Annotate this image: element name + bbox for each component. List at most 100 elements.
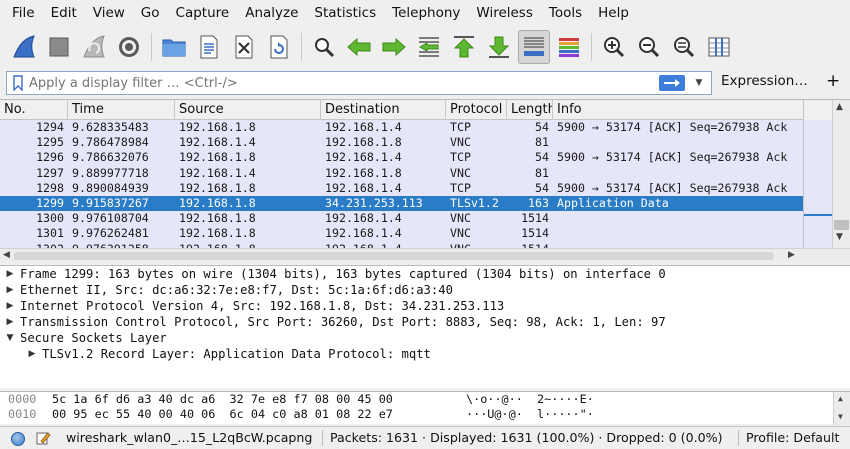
find-magnifier-icon: [315, 38, 335, 58]
menu-help[interactable]: Help: [590, 0, 637, 26]
cell-info: 5900 → 53174 [ACK] Seq=267938 Ack: [557, 180, 788, 195]
go-back-button[interactable]: [343, 30, 375, 64]
column-header-no[interactable]: No.: [0, 100, 68, 120]
cell-no: 1294: [36, 120, 64, 134]
add-filter-button[interactable]: +: [826, 71, 840, 91]
filter-history-dropdown[interactable]: ▼: [691, 74, 707, 92]
collapsed-arrow-icon[interactable]: ▶: [0, 298, 20, 314]
column-header-info[interactable]: Info: [553, 100, 803, 120]
column-header-protocol[interactable]: Protocol: [446, 100, 507, 120]
bytes-scrollbar[interactable]: ▲ ▼: [833, 392, 850, 425]
open-file-button[interactable]: [158, 30, 190, 64]
display-filter-box: ▼: [6, 71, 712, 95]
detail-tree-item[interactable]: ▼ Secure Sockets Layer: [0, 330, 850, 346]
scroll-right-arrow-icon[interactable]: ▶: [788, 250, 795, 260]
cell-time: 9.786632076: [72, 150, 149, 165]
resize-columns-button[interactable]: [703, 30, 735, 64]
first-packet-button[interactable]: [448, 30, 480, 64]
detail-tree-item[interactable]: ▶ Internet Protocol Version 4, Src: 192.1…: [0, 298, 850, 314]
scroll-up-arrow-icon[interactable]: ▲: [838, 394, 843, 403]
hex-ascii[interactable]: ···U@·@· l·····"·: [466, 407, 616, 422]
cell-destination: 192.168.1.8: [325, 165, 402, 180]
menu-view[interactable]: View: [85, 0, 133, 26]
table-row[interactable]: 1294 9.628335483 192.168.1.8 192.168.1.4 TCP…: [0, 120, 803, 136]
menu-capture[interactable]: Capture: [168, 0, 238, 26]
scroll-left-arrow-icon[interactable]: ◀: [3, 250, 10, 260]
filter-bookmark-button[interactable]: [7, 72, 29, 94]
find-packet-button[interactable]: [308, 30, 340, 64]
cell-protocol: VNC: [450, 165, 471, 180]
zoom-out-button[interactable]: [633, 30, 665, 64]
detail-tree-item[interactable]: ▶ TLSv1.2 Record Layer: Application Data …: [0, 346, 850, 362]
menu-statistics[interactable]: Statistics: [306, 0, 384, 26]
colorize-button[interactable]: [553, 30, 585, 64]
detail-tree-item[interactable]: ▶ Transmission Control Protocol, Src Port…: [0, 314, 850, 330]
apply-filter-button[interactable]: [659, 75, 685, 91]
cell-info: 5900 → 53174 [ACK] Seq=267938 Ack: [557, 150, 788, 165]
save-file-button[interactable]: [193, 30, 225, 64]
hex-offset[interactable]: 0000: [0, 392, 46, 407]
table-row[interactable]: 1301 9.976262481 192.168.1.8 192.168.1.4 VNC…: [0, 226, 803, 242]
packet-minimap[interactable]: [804, 120, 832, 248]
reload-button[interactable]: [263, 30, 295, 64]
hex-bytes[interactable]: 00 95 ec 55 40 00 40 06 6c 04 c0 a8 01 0…: [46, 407, 466, 422]
menu-telephony[interactable]: Telephony: [384, 0, 468, 26]
cell-source: 192.168.1.4: [179, 135, 256, 150]
table-row[interactable]: 1298 9.890084939 192.168.1.8 192.168.1.4 TCP…: [0, 180, 803, 196]
last-packet-button[interactable]: [483, 30, 515, 64]
column-header-source[interactable]: Source: [175, 100, 321, 120]
go-forward-button[interactable]: [378, 30, 410, 64]
expert-info-icon[interactable]: [11, 432, 25, 446]
table-row[interactable]: 1296 9.786632076 192.168.1.8 192.168.1.4 TCP…: [0, 150, 803, 166]
hex-row: 0010 00 95 ec 55 40 00 40 06 6c 04 c0 a8 …: [0, 407, 850, 422]
start-capture-button[interactable]: [8, 30, 40, 64]
scroll-down-arrow-icon[interactable]: ▼: [836, 232, 843, 242]
cell-destination: 192.168.1.4: [325, 180, 402, 195]
menu-go[interactable]: Go: [133, 0, 168, 26]
close-file-button[interactable]: [228, 30, 260, 64]
table-row-selected[interactable]: 1299 9.915837267 192.168.1.8 34.231.253.113…: [0, 195, 803, 212]
table-row[interactable]: 1295 9.786478984 192.168.1.4 192.168.1.8 VNC…: [0, 135, 803, 151]
resize-columns-icon: [708, 37, 730, 57]
expanded-arrow-icon[interactable]: ▼: [0, 330, 20, 346]
zoom-in-button[interactable]: [598, 30, 630, 64]
capture-options-button[interactable]: [113, 30, 145, 64]
display-filter-input[interactable]: [29, 73, 659, 93]
hex-ascii[interactable]: \·o··@·· 2~····E·: [466, 392, 616, 407]
cell-length: 54: [535, 180, 549, 195]
packet-list-hscrollbar[interactable]: ◀ ▶: [0, 248, 850, 262]
table-row[interactable]: 1300 9.976108704 192.168.1.8 192.168.1.4 VNC…: [0, 211, 803, 227]
collapsed-arrow-icon[interactable]: ▶: [0, 314, 20, 330]
column-header-destination[interactable]: Destination: [321, 100, 446, 120]
expression-button[interactable]: Expression…: [721, 73, 808, 89]
detail-tree-label: TLSv1.2 Record Layer: Application Data P…: [42, 347, 431, 361]
hex-offset[interactable]: 0010: [0, 407, 46, 422]
scroll-down-arrow-icon[interactable]: ▼: [838, 412, 843, 421]
zoom-normal-button[interactable]: [668, 30, 700, 64]
menu-edit[interactable]: Edit: [43, 0, 85, 26]
collapsed-arrow-icon[interactable]: ▶: [22, 346, 42, 362]
detail-tree-item[interactable]: ▶ Frame 1299: 163 bytes on wire (1304 bit…: [0, 266, 850, 282]
hscrollbar-thumb[interactable]: [14, 252, 774, 260]
go-to-packet-button[interactable]: [413, 30, 445, 64]
column-header-length[interactable]: Length: [507, 100, 553, 120]
menu-tools[interactable]: Tools: [541, 0, 590, 26]
cell-time: 9.976108704: [72, 211, 149, 226]
restart-capture-button[interactable]: [78, 30, 110, 64]
packet-list-scrollbar[interactable]: ▲ ▼: [803, 100, 850, 248]
menu-wireless[interactable]: Wireless: [468, 0, 541, 26]
autoscroll-button[interactable]: [518, 30, 550, 64]
collapsed-arrow-icon[interactable]: ▶: [0, 266, 20, 282]
table-row[interactable]: 1297 9.889977718 192.168.1.4 192.168.1.8 VNC…: [0, 165, 803, 181]
menu-file[interactable]: File: [4, 0, 43, 26]
scrollbar-thumb[interactable]: [834, 220, 849, 230]
hex-bytes[interactable]: 5c 1a 6f d6 a3 40 dc a6 32 7e e8 f7 08 0…: [46, 392, 466, 407]
stop-capture-button[interactable]: [43, 30, 75, 64]
collapsed-arrow-icon[interactable]: ▶: [0, 282, 20, 298]
menu-analyze[interactable]: Analyze: [237, 0, 306, 26]
capture-comment-button[interactable]: [35, 430, 51, 449]
profile-switcher[interactable]: Profile: Default: [746, 430, 839, 445]
column-header-time[interactable]: Time: [68, 100, 175, 120]
detail-tree-item[interactable]: ▶ Ethernet II, Src: dc:a6:32:7e:e8:f7, Ds…: [0, 282, 850, 298]
scroll-up-arrow-icon[interactable]: ▲: [836, 102, 843, 112]
